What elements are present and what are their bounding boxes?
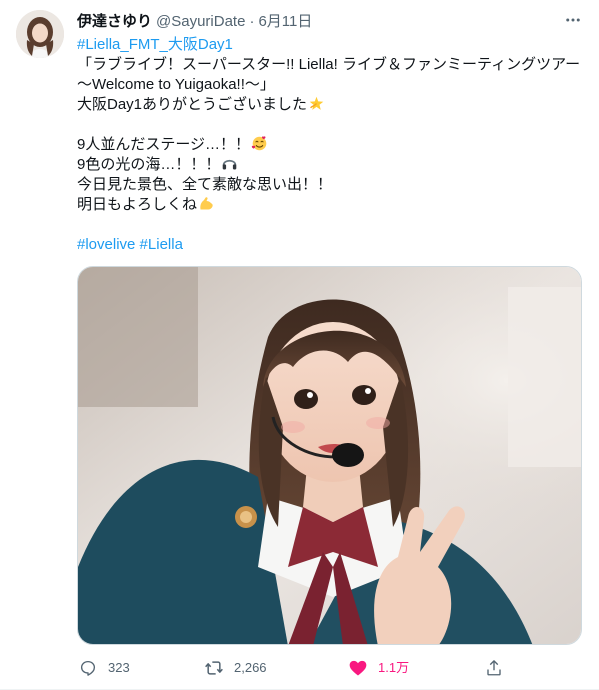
lights-line: 9色の光の海…！！！ [77,156,221,173]
separator-dot: · [249,13,255,30]
tweet-date[interactable]: 6月11日 [258,12,312,32]
share-button[interactable] [484,656,504,680]
reply-icon [78,658,98,678]
tweet-actions: 323 2,266 1.1万 [72,656,512,680]
thanks-line: 大阪Day1ありがとうございました [77,96,308,113]
flexed-biceps-emoji [198,195,215,212]
heart-icon [348,658,368,678]
tomorrow-line: 明日もよろしくね [77,196,198,213]
tweet-card[interactable]: 伊達さゆり @SayuriDate · 6月11日 #Liella_FMT_大阪… [0,0,599,690]
avatar[interactable] [16,10,64,58]
tweet-photo[interactable] [77,266,582,645]
hashtag-liella-link[interactable]: #Liella [140,236,183,253]
user-handle[interactable]: @SayuriDate [156,12,245,32]
event-subtitle-line: ～Welcome to Yuigaoka!!～」 [77,76,275,93]
memories-line: 今日見た景色、全て素敵な思い出！！ [77,176,333,193]
headphone-emoji [221,155,238,172]
retweet-button[interactable]: 2,266 [204,656,267,680]
hashtag-fmt-link[interactable]: #Liella_FMT_大阪Day1 [77,36,233,53]
reply-button[interactable]: 323 [78,656,130,680]
dizzy-star-emoji [308,95,325,112]
hashtag-lovelive-link[interactable]: #lovelive [77,236,135,253]
more-dots-icon [564,11,582,34]
event-title-line: 「ラブライブ！スーパースター!! Liella! ライブ＆ファンミーティングツア… [77,56,581,73]
tweet-header: 伊達さゆり @SayuriDate · 6月11日 [77,12,312,32]
smiling-face-with-hearts-emoji [251,135,268,152]
reply-count: 323 [108,660,130,675]
tweet-text: #Liella_FMT_大阪Day1 「ラブライブ！スーパースター!! Liel… [77,35,587,255]
share-icon [484,658,504,678]
display-name[interactable]: 伊達さゆり [77,12,152,32]
stage-line: 9人並んだステージ…！！ [77,136,251,153]
like-count: 1.1万 [378,660,410,675]
more-button[interactable] [561,10,585,34]
like-button[interactable]: 1.1万 [348,656,409,680]
retweet-icon [204,658,224,678]
retweet-count: 2,266 [234,660,267,675]
